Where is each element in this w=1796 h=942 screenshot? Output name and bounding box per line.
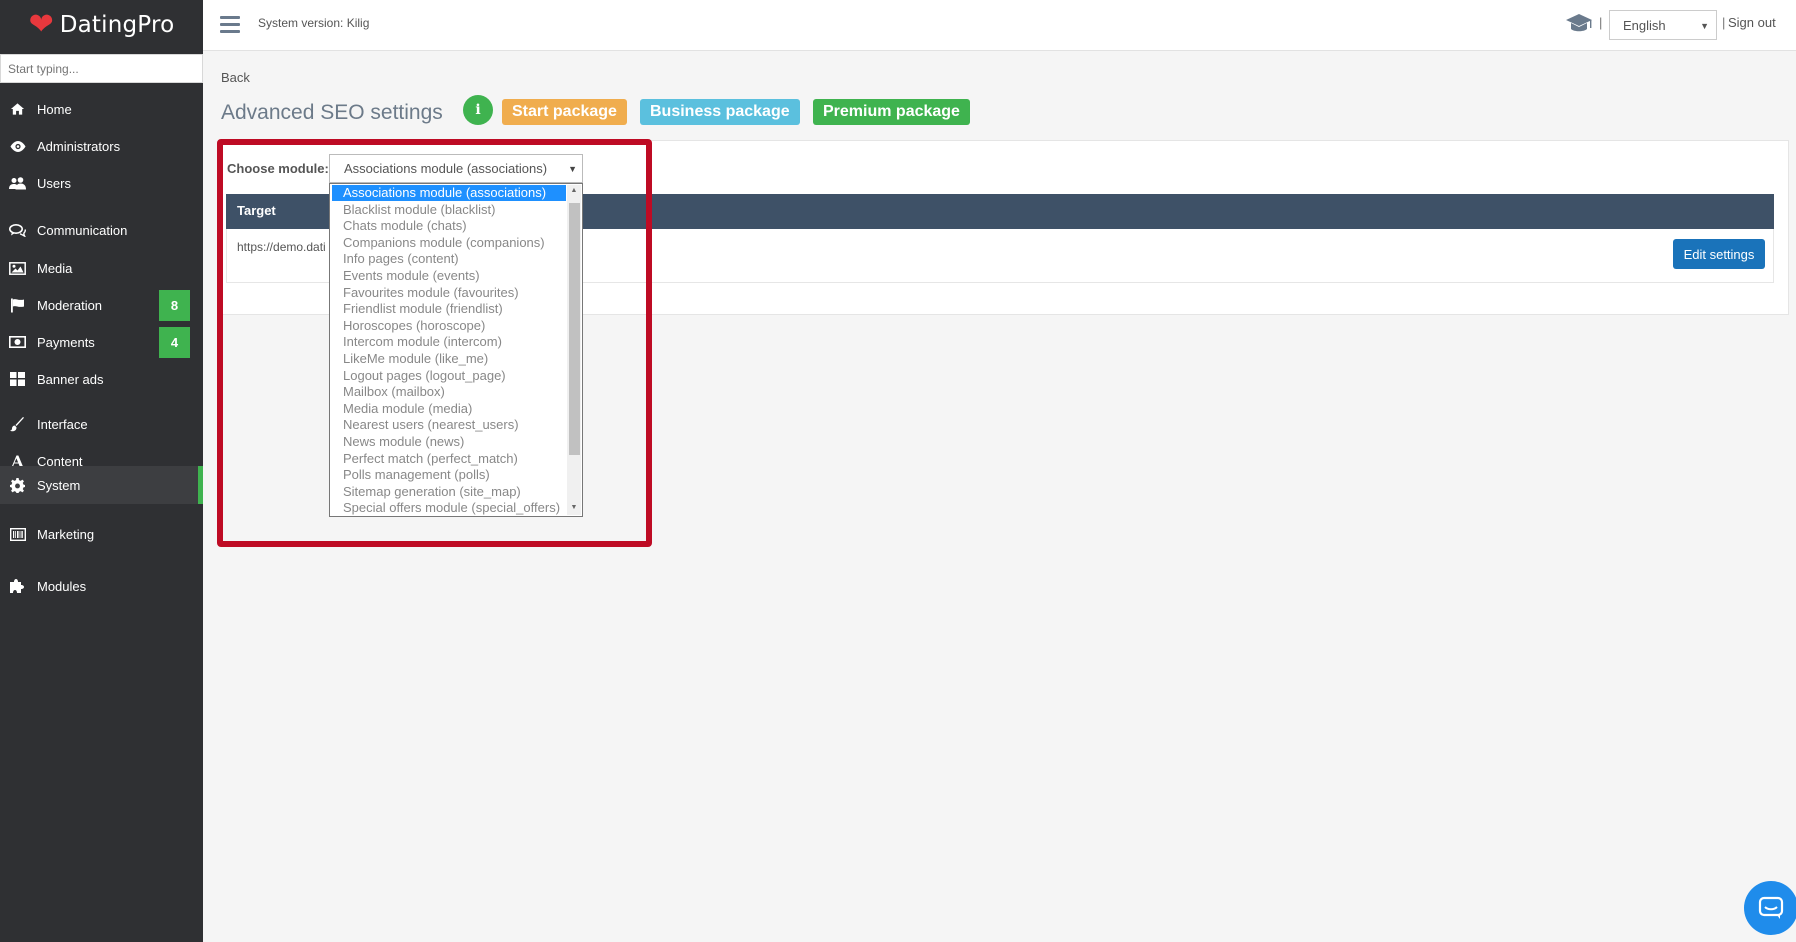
dropdown-option[interactable]: Events module (events) <box>332 268 566 284</box>
module-select-value: Associations module (associations) <box>344 161 548 176</box>
chevron-down-icon: ▼ <box>568 164 577 174</box>
sidebar-item-label: Communication <box>37 222 128 238</box>
start-package-button[interactable]: Start package <box>502 99 627 125</box>
sidebar-item-label: Users <box>37 175 71 191</box>
dropdown-option[interactable]: Sitemap generation (site_map) <box>332 484 566 500</box>
menu-toggle-icon[interactable] <box>220 16 240 33</box>
sidebar-item-label: Marketing <box>37 526 95 542</box>
dropdown-option[interactable]: Friendlist module (friendlist) <box>332 301 566 317</box>
flag-icon <box>9 297 26 314</box>
dropdown-option[interactable]: Companions module (companions) <box>332 235 566 251</box>
sidebar-item-label: Moderation <box>37 297 103 313</box>
scroll-up-icon[interactable]: ▲ <box>567 187 581 194</box>
sidebar-item-home[interactable]: Home <box>0 90 203 128</box>
chat-widget-icon[interactable] <box>1744 881 1796 935</box>
brand-logo[interactable]: ❤ DatingPro <box>0 0 203 50</box>
barcode-icon <box>9 526 26 543</box>
sidebar-item-label: System <box>37 477 81 493</box>
sidebar-search-input[interactable] <box>0 54 203 83</box>
top-bar: System version: Kilig | English ▼ | Sign… <box>203 0 1796 51</box>
heart-icon: ❤ <box>28 8 54 41</box>
sidebar-item-label: Modules <box>37 578 87 594</box>
sign-out-link[interactable]: Sign out <box>1728 15 1776 30</box>
sidebar-item-communication[interactable]: Communication <box>0 211 203 249</box>
dropdown-option[interactable]: Perfect match (perfect_match) <box>332 451 566 467</box>
dropdown-option[interactable]: Info pages (content) <box>332 251 566 267</box>
dropdown-option[interactable]: Special offers module (special_offers) <box>332 500 566 516</box>
sidebar-item-label: Interface <box>37 416 88 432</box>
sidebar-item-label: Banner ads <box>37 371 104 387</box>
image-icon <box>9 260 26 277</box>
puzzle-icon <box>9 578 26 595</box>
sidebar-item-payments[interactable]: Payments 4 <box>0 323 203 361</box>
column-header-target: Target <box>237 203 276 218</box>
chevron-down-icon: ▼ <box>1700 21 1709 31</box>
dropdown-option[interactable]: Favourites module (favourites) <box>332 285 566 301</box>
sidebar-item-moderation[interactable]: Moderation 8 <box>0 286 203 324</box>
dropdown-option[interactable]: Intercom module (intercom) <box>332 334 566 350</box>
language-value: English <box>1623 17 1666 33</box>
sidebar-item-modules[interactable]: Modules <box>0 567 203 605</box>
back-link[interactable]: Back <box>221 70 250 85</box>
system-version: System version: Kilig <box>258 16 370 30</box>
users-icon <box>9 175 26 192</box>
graduation-cap-icon[interactable] <box>1565 13 1593 37</box>
payments-count-badge: 4 <box>159 326 190 358</box>
dropdown-option[interactable]: Mailbox (mailbox) <box>332 384 566 400</box>
sidebar-item-label: Home <box>37 101 72 117</box>
sidebar-item-system[interactable]: System <box>0 466 203 504</box>
info-icon[interactable]: i <box>463 95 493 125</box>
moderation-count-badge: 8 <box>159 289 190 321</box>
gear-icon <box>9 477 26 494</box>
page-title: Advanced SEO settings <box>221 101 443 124</box>
money-icon <box>9 334 26 351</box>
chat-bubbles-icon <box>9 222 26 239</box>
separator: | <box>1722 15 1726 30</box>
dropdown-option[interactable]: Media module (media) <box>332 401 566 417</box>
home-icon <box>9 101 26 118</box>
scroll-down-icon[interactable]: ▼ <box>567 504 581 511</box>
dropdown-option[interactable]: Associations module (associations) <box>332 185 566 201</box>
dropdown-option[interactable]: Logout pages (logout_page) <box>332 368 566 384</box>
dropdown-option[interactable]: Blacklist module (blacklist) <box>332 202 566 218</box>
brush-icon <box>9 416 26 433</box>
dropdown-option[interactable]: Nearest users (nearest_users) <box>332 417 566 433</box>
dropdown-option[interactable]: News module (news) <box>332 434 566 450</box>
sidebar-item-label: Payments <box>37 334 95 350</box>
dropdown-option[interactable]: Chats module (chats) <box>332 218 566 234</box>
module-dropdown-list[interactable]: Associations module (associations) Black… <box>329 183 583 517</box>
sidebar-item-users[interactable]: Users <box>0 164 203 202</box>
business-package-button[interactable]: Business package <box>640 99 800 125</box>
sidebar-item-media[interactable]: Media <box>0 249 203 287</box>
dropdown-option[interactable]: LikeMe module (like_me) <box>332 351 566 367</box>
brand-name: DatingPro <box>59 12 175 38</box>
sidebar-item-interface[interactable]: Interface <box>0 405 203 443</box>
edit-settings-button[interactable]: Edit settings <box>1673 239 1765 269</box>
sidebar-item-administrators[interactable]: Administrators <box>0 127 203 165</box>
dropdown-option[interactable]: Polls management (polls) <box>332 467 566 483</box>
scrollbar-thumb[interactable] <box>569 203 580 455</box>
dropdown-option[interactable]: Horoscopes (horoscope) <box>332 318 566 334</box>
target-url: https://demo.dati <box>237 240 326 254</box>
dropdown-scrollbar[interactable]: ▲ ▼ <box>567 185 581 515</box>
sidebar-item-label: Administrators <box>37 138 121 154</box>
sidebar-item-banner-ads[interactable]: Banner ads <box>0 360 203 398</box>
choose-module-label: Choose module: <box>227 161 329 176</box>
separator: | <box>1599 15 1603 30</box>
sidebar-item-label: Media <box>37 260 73 276</box>
sidebar: ❤ DatingPro Home Administrators Users <box>0 0 203 942</box>
eye-icon <box>9 138 26 155</box>
language-select[interactable]: English ▼ <box>1609 10 1717 40</box>
sidebar-item-marketing[interactable]: Marketing <box>0 515 203 553</box>
premium-package-button[interactable]: Premium package <box>813 99 970 125</box>
grid-icon <box>9 371 26 388</box>
module-select[interactable]: Associations module (associations) ▼ <box>329 154 583 183</box>
